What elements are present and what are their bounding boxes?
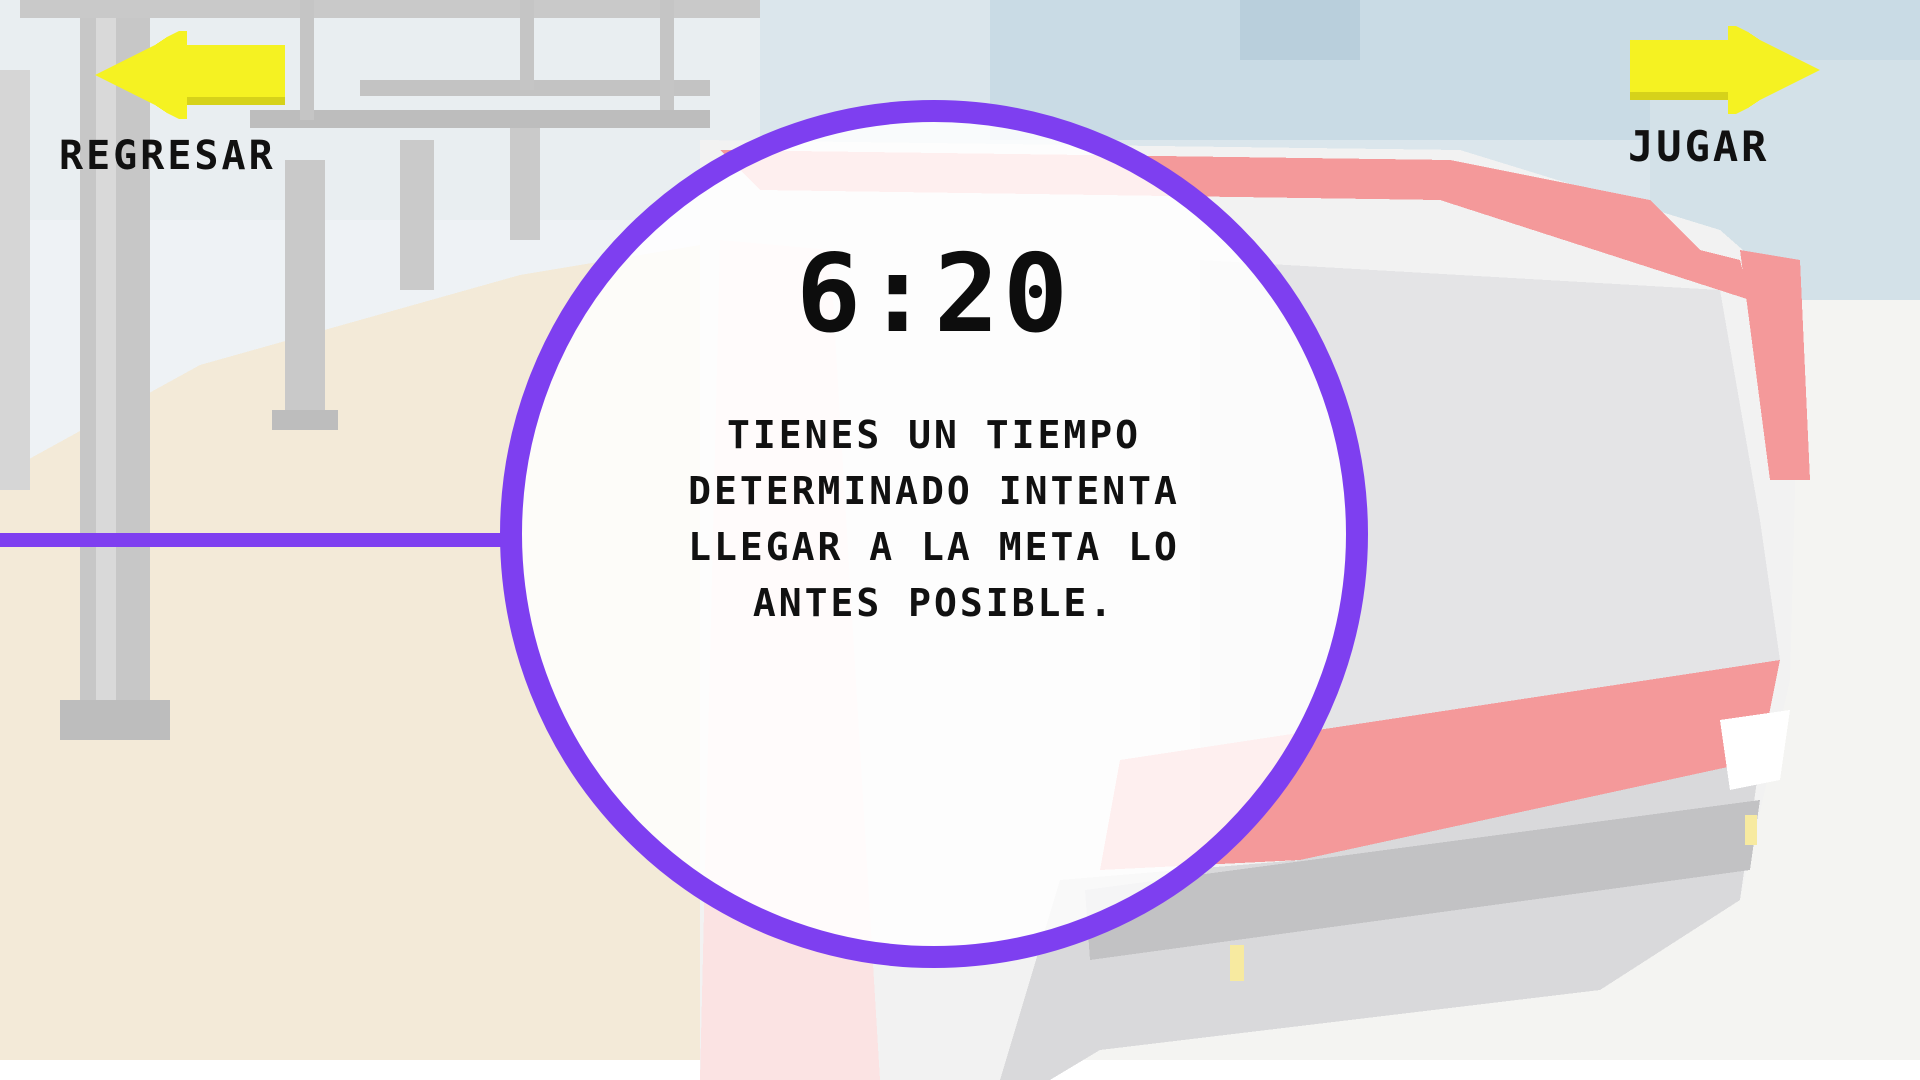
instructions-text: Tienes un tiempo determinado intenta lle…	[688, 413, 1180, 625]
timer-display: 6:20	[795, 232, 1073, 357]
arrow-right-icon	[1630, 26, 1820, 114]
info-panel: 6:20 Tienes un tiempo determinado intent…	[500, 100, 1368, 968]
arrow-left-icon	[95, 31, 285, 119]
game-screen: Regresar Jugar 6:20 Tienes un tiempo det…	[0, 0, 1920, 1080]
back-button-label: Regresar	[59, 133, 276, 179]
back-button[interactable]: Regresar	[55, 25, 355, 185]
play-button-label: Jugar	[1628, 122, 1770, 171]
connector-line	[0, 533, 510, 547]
play-button[interactable]: Jugar	[1610, 20, 1830, 180]
